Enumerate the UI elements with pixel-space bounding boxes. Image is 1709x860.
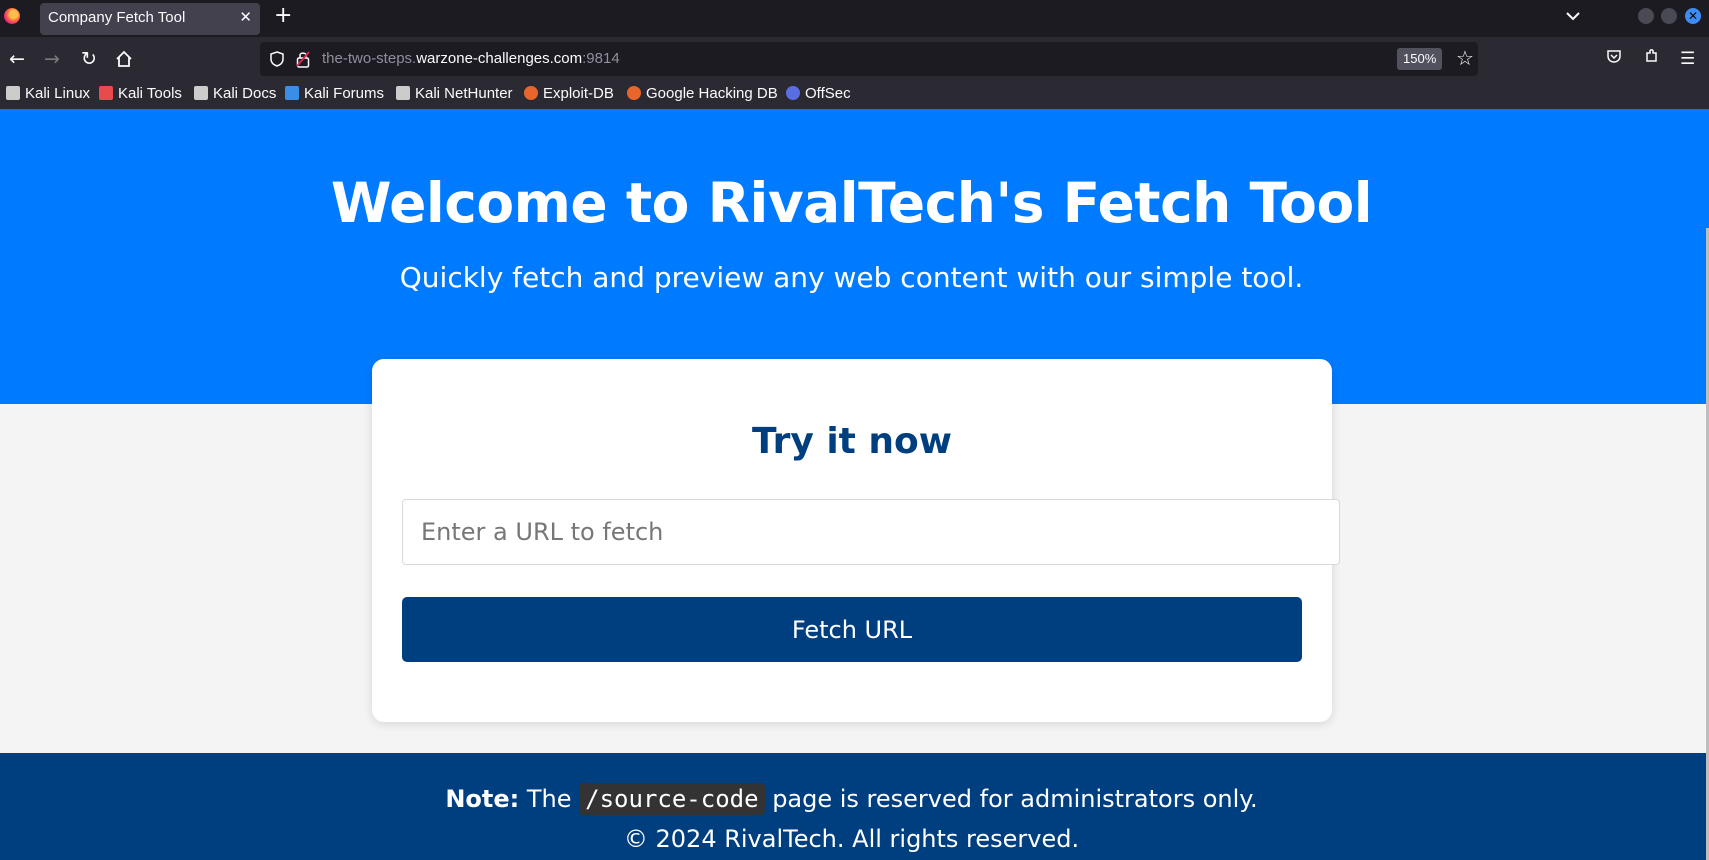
browser-nav-bar: ← → ↻ the-two-steps.warzone-challenges.c… bbox=[0, 37, 1709, 81]
minimize-button[interactable] bbox=[1638, 8, 1654, 24]
note-post: page is reserved for administrators only… bbox=[772, 785, 1258, 813]
copyright-text: © 2024 RivalTech. All rights reserved. bbox=[623, 825, 1080, 853]
maximize-button[interactable] bbox=[1661, 8, 1677, 24]
tab-active[interactable]: Company Fetch Tool ✕ bbox=[40, 3, 260, 35]
page-subtitle: Quickly fetch and preview any web conten… bbox=[399, 261, 1304, 294]
url-port: :9814 bbox=[582, 50, 620, 67]
offsec-icon bbox=[786, 86, 800, 100]
kali-forums-icon bbox=[285, 86, 299, 100]
page-title: Welcome to RivalTech's Fetch Tool bbox=[330, 171, 1373, 235]
window-close-button[interactable]: ✕ bbox=[1685, 8, 1701, 24]
pocket-icon[interactable] bbox=[1606, 47, 1622, 71]
url-subdomain: the-two-steps. bbox=[322, 50, 417, 67]
page-footer: Note: The /source-code page is reserved … bbox=[0, 753, 1709, 860]
kali-dragon-icon bbox=[6, 86, 20, 100]
menu-hamburger-icon[interactable]: ☰ bbox=[1680, 47, 1695, 71]
card-title: Try it now bbox=[751, 421, 953, 462]
bookmark-kali-linux[interactable]: Kali Linux bbox=[6, 85, 90, 105]
kali-dragon-icon bbox=[194, 86, 208, 100]
bookmark-offsec[interactable]: OffSec bbox=[786, 85, 851, 105]
kali-tools-icon bbox=[99, 86, 113, 100]
fetch-card: Try it now Fetch URL bbox=[372, 359, 1340, 722]
note-pre: The bbox=[526, 785, 572, 813]
reload-icon[interactable]: ↻ bbox=[77, 47, 101, 71]
firefox-logo-icon bbox=[4, 8, 20, 24]
bookmark-kali-tools[interactable]: Kali Tools bbox=[99, 85, 182, 105]
exploit-db-icon bbox=[524, 86, 538, 100]
url-domain: warzone-challenges.com bbox=[416, 50, 583, 67]
url-input[interactable] bbox=[402, 499, 1340, 565]
bookmark-kali-nethunter[interactable]: Kali NetHunter bbox=[396, 85, 513, 105]
note-label: Note: bbox=[445, 785, 520, 813]
bookmark-star-icon[interactable]: ☆ bbox=[1456, 46, 1474, 70]
bookmark-exploit-db[interactable]: Exploit-DB bbox=[524, 85, 614, 105]
bookmark-google-hacking-db[interactable]: Google Hacking DB bbox=[627, 85, 778, 105]
tab-title: Company Fetch Tool bbox=[48, 9, 186, 26]
admin-note: Note: The /source-code page is reserved … bbox=[0, 783, 1703, 815]
bookmark-kali-forums[interactable]: Kali Forums bbox=[285, 85, 384, 105]
tab-close-icon[interactable]: ✕ bbox=[239, 8, 252, 26]
ghdb-icon bbox=[627, 86, 641, 100]
tab-list-chevron-icon[interactable] bbox=[1566, 6, 1580, 25]
zoom-level-badge[interactable]: 150% bbox=[1397, 48, 1443, 70]
extensions-icon[interactable] bbox=[1644, 47, 1660, 71]
kali-dragon-icon bbox=[396, 86, 410, 100]
insecure-lock-icon[interactable] bbox=[296, 50, 310, 68]
url-text[interactable]: the-two-steps.warzone-challenges.com:981… bbox=[322, 50, 620, 67]
fetch-url-button[interactable]: Fetch URL bbox=[402, 597, 1302, 662]
tracking-protection-shield-icon[interactable] bbox=[270, 51, 284, 67]
new-tab-button[interactable]: + bbox=[274, 3, 292, 28]
back-button[interactable]: ← bbox=[5, 47, 29, 71]
source-code-path: /source-code bbox=[579, 783, 765, 815]
browser-tab-bar: Company Fetch Tool ✕ + ✕ bbox=[0, 0, 1709, 37]
bookmark-kali-docs[interactable]: Kali Docs bbox=[194, 85, 276, 105]
bookmarks-toolbar: Kali Linux Kali Tools Kali Docs Kali For… bbox=[0, 81, 1709, 109]
address-bar[interactable]: the-two-steps.warzone-challenges.com:981… bbox=[260, 42, 1478, 76]
home-icon[interactable] bbox=[112, 47, 136, 71]
forward-button[interactable]: → bbox=[40, 47, 64, 71]
